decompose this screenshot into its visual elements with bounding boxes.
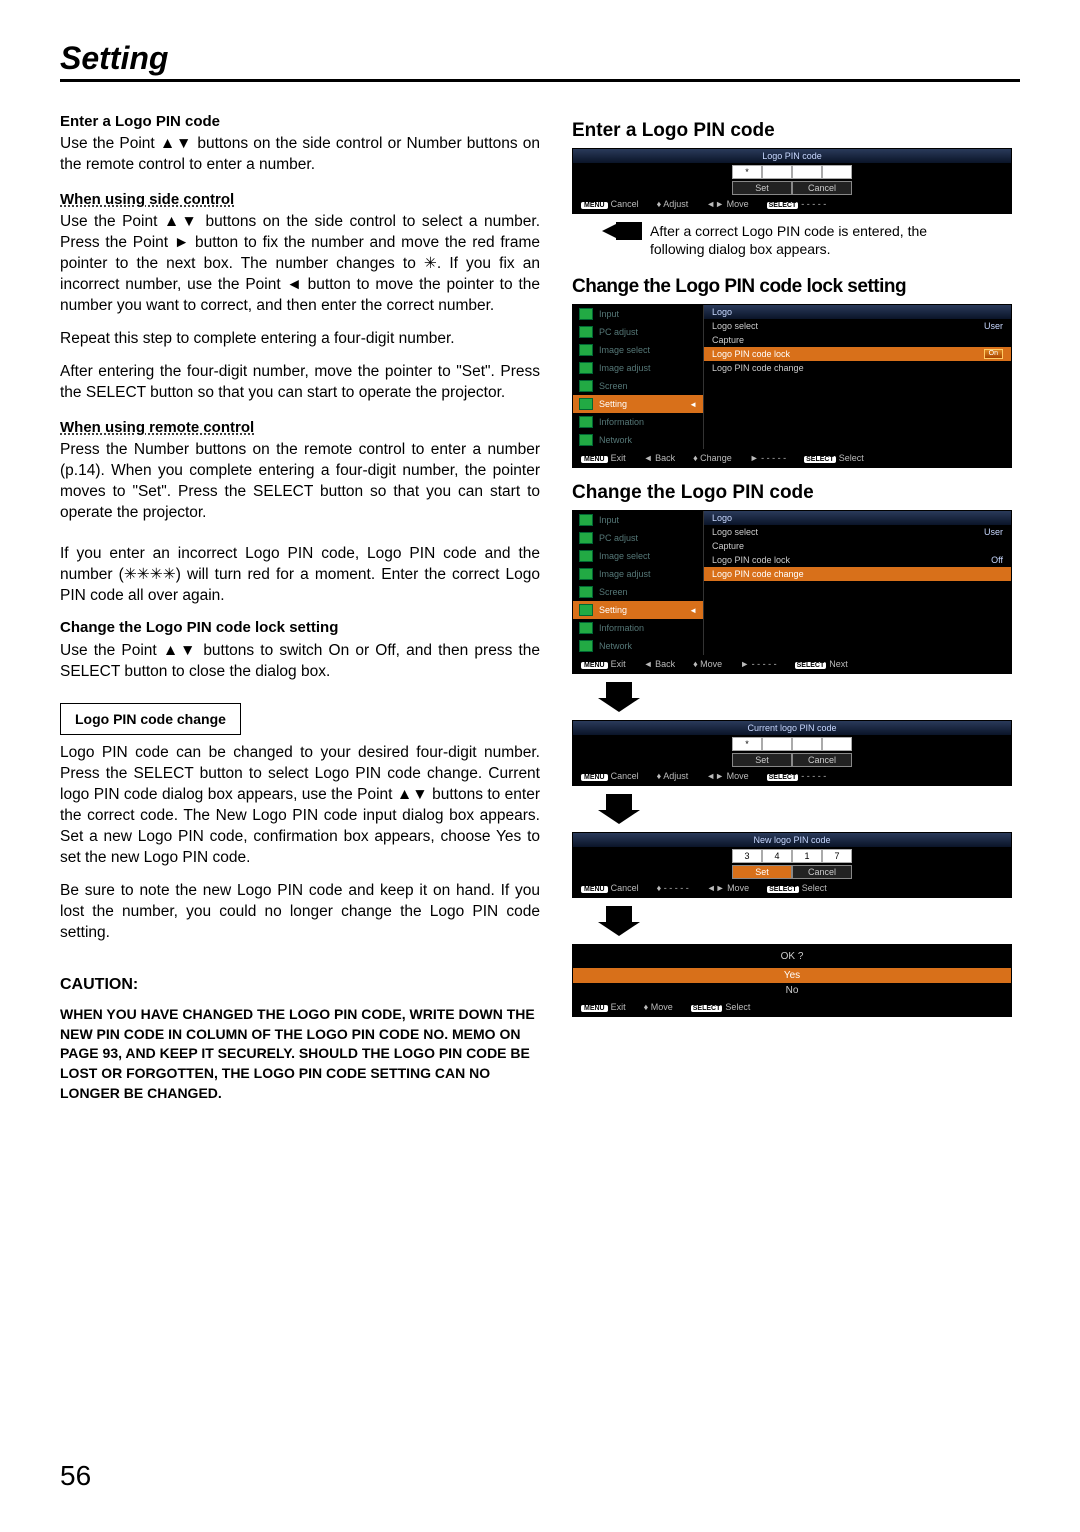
body-text: Press the Number buttons on the remote c… — [60, 440, 540, 524]
pin-cell — [822, 165, 852, 179]
body-text: If you enter an incorrect Logo PIN code,… — [60, 544, 540, 607]
heading-change-lock-right: Change the Logo PIN code lock setting — [572, 276, 1012, 298]
cancel-button: Cancel — [792, 181, 852, 195]
current-pin-dialog: Current logo PIN code * Set Cancel MENUC… — [572, 720, 1012, 786]
body-text: Logo PIN code can be changed to your des… — [60, 743, 540, 869]
menu-item-imgadjust: Image adjust — [573, 359, 703, 377]
menu-panel-change: Input PC adjust Image select Image adjus… — [572, 510, 1012, 674]
right-column: Enter a Logo PIN code Logo PIN code * Se… — [572, 106, 1012, 1103]
heading-remote-control: When using remote control — [60, 418, 540, 438]
new-pin-dialog: New logo PIN code 3 4 1 7 Set Cancel MEN… — [572, 832, 1012, 898]
pin-dialog-panel: Logo PIN code * Set Cancel MENUCancel ♦ … — [572, 148, 1012, 214]
menu-item-screen: Screen — [573, 377, 703, 395]
menu-item-pcadjust: PC adjust — [573, 323, 703, 341]
menu-sub-row-selected: Logo PIN code lockOn — [704, 347, 1011, 361]
heading-change-pin-right: Change the Logo PIN code — [572, 482, 1012, 504]
pin-cell — [792, 165, 822, 179]
menu-right-title: Logo — [704, 305, 1011, 319]
confirm-yes: Yes — [573, 968, 1011, 983]
body-text: Be sure to note the new Logo PIN code an… — [60, 881, 540, 944]
menu-item-imgselect: Image select — [573, 341, 703, 359]
menu-panel-lock: Input PC adjust Image select Image adjus… — [572, 304, 1012, 468]
heading-change-lock: Change the Logo PIN code lock setting — [60, 618, 540, 638]
note-text: After a correct Logo PIN code is entered… — [650, 222, 950, 258]
dialog-bottombar: MENUCancel ♦ Adjust ◄► Move SELECT- - - … — [573, 195, 1011, 213]
left-column: Enter a Logo PIN code Use the Point ▲▼ b… — [60, 106, 540, 1103]
menu-sub-row: Logo PIN code change — [704, 361, 1011, 375]
confirm-dialog: OK ? Yes No MENUExit ♦ Move SELECTSelect — [572, 944, 1012, 1017]
menu-left-list: Input PC adjust Image select Image adjus… — [573, 305, 703, 449]
menu-badge: MENU — [581, 202, 608, 209]
menu-item-input: Input — [573, 305, 703, 323]
menu-sub-row: Capture — [704, 333, 1011, 347]
menu-bottombar: MENUExit ◄ Back ♦ Change ► - - - - - SEL… — [573, 449, 1011, 467]
heading-side-control: When using side control — [60, 190, 540, 210]
confirm-no: No — [573, 983, 1011, 998]
callout-arrow-icon — [602, 222, 642, 246]
pin-cell — [762, 165, 792, 179]
heading-enter-pin: Enter a Logo PIN code — [60, 112, 540, 132]
pin-dialog-title: Logo PIN code — [573, 149, 1011, 163]
caution-heading: CAUTION: — [60, 974, 540, 996]
menu-sub-row: Logo selectUser — [704, 319, 1011, 333]
down-arrow-icon — [592, 682, 646, 712]
heading-enter-pin-right: Enter a Logo PIN code — [572, 120, 1012, 142]
body-text: Use the Point ▲▼ buttons on the side con… — [60, 212, 540, 317]
caution-body: WHEN YOU HAVE CHANGED THE LOGO PIN CODE,… — [60, 1005, 540, 1103]
select-badge: SELECT — [767, 202, 799, 209]
body-text: Use the Point ▲▼ buttons to switch On or… — [60, 641, 540, 683]
pin-cell: * — [732, 165, 762, 179]
menu-item-setting: Setting — [573, 395, 703, 413]
body-text: Repeat this step to complete entering a … — [60, 329, 540, 350]
page-number: 56 — [60, 1460, 91, 1492]
down-arrow-icon — [592, 794, 646, 824]
menu-item-network: Network — [573, 431, 703, 449]
down-arrow-icon — [592, 906, 646, 936]
body-text: After entering the four-digit number, mo… — [60, 362, 540, 404]
confirm-title: OK ? — [573, 945, 1011, 968]
page-title: Setting — [60, 40, 1020, 82]
menu-item-info: Information — [573, 413, 703, 431]
box-label-pin-change: Logo PIN code change — [60, 703, 241, 736]
body-text: Use the Point ▲▼ buttons on the side con… — [60, 134, 540, 176]
set-button: Set — [732, 181, 792, 195]
